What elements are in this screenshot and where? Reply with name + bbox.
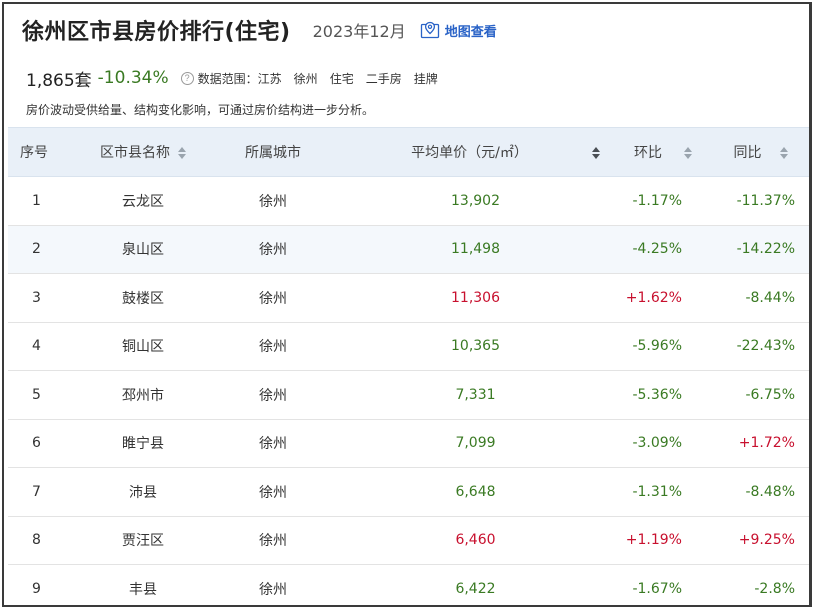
sort-icon[interactable]: [684, 147, 692, 159]
table-row[interactable]: 2 泉山区 徐州 11,498 -4.25% -14.22%: [8, 225, 809, 274]
row-avg-price: 6,648: [455, 483, 496, 500]
row-mom-change: -3.09%: [632, 435, 682, 452]
row-district-name: 鼓楼区: [122, 290, 164, 307]
scope-label: 数据范围：: [197, 71, 258, 86]
row-index: 6: [32, 435, 41, 452]
row-district-name: 丰县: [129, 581, 157, 598]
row-district-name: 沛县: [129, 484, 157, 501]
listing-count: 1,865套: [26, 70, 92, 91]
scope-tag: 住宅: [329, 71, 354, 86]
ranking-table: 序号 区市县名称 所属城市 平均单价（元/㎡） 环比 同比 1 云龙区 徐州 13,9…: [8, 127, 809, 606]
col-header-mom[interactable]: 环比: [608, 127, 708, 177]
scope-tag: 徐州: [293, 71, 318, 86]
row-mom-change: -1.67%: [632, 580, 682, 597]
row-index: 3: [32, 289, 41, 306]
row-index: 5: [32, 386, 41, 403]
sort-icon[interactable]: [178, 147, 186, 159]
table-row[interactable]: 9 丰县 徐州 6,422 -1.67% -2.8%: [8, 565, 809, 606]
table-row[interactable]: 5 邳州市 徐州 7,331 -5.36% -6.75%: [8, 371, 809, 419]
map-pin-icon: [420, 21, 439, 39]
row-district-name: 云龙区: [122, 193, 164, 210]
row-mom-change: -1.17%: [632, 192, 682, 209]
row-city: 徐州: [259, 581, 287, 598]
row-city: 徐州: [259, 436, 287, 453]
analysis-note: 房价波动受供给量、结构变化影响，可通过房价结构进一步分析。: [26, 103, 375, 117]
row-yoy-change: -2.8%: [754, 580, 795, 597]
map-view-link[interactable]: 地图查看: [420, 20, 497, 40]
table-row[interactable]: 8 贾汪区 徐州 6,460 +1.19% +9.25%: [8, 516, 809, 565]
row-city: 徐州: [259, 339, 287, 356]
row-index: 1: [32, 192, 41, 209]
row-index: 8: [32, 532, 41, 549]
row-city: 徐州: [259, 290, 287, 307]
row-avg-price: 10,365: [451, 338, 500, 355]
col-header-yoy[interactable]: 同比: [708, 127, 809, 177]
date-label: 2023年12月: [312, 22, 406, 41]
row-avg-price: 6,460: [455, 532, 496, 549]
row-mom-change: +1.19%: [625, 532, 682, 549]
row-avg-price: 7,099: [455, 435, 496, 452]
row-avg-price: 6,422: [455, 580, 496, 597]
stats-row: 1,865套 -10.34% ? 数据范围： 江苏 徐州 住宅 二手房 挂牌: [26, 66, 438, 91]
row-mom-change: -5.36%: [632, 386, 682, 403]
row-district-name: 贾汪区: [122, 533, 164, 550]
row-city: 徐州: [259, 533, 287, 550]
row-index: 2: [32, 241, 41, 258]
table-row[interactable]: 7 沛县 徐州 6,648 -1.31% -8.48%: [8, 468, 809, 516]
row-yoy-change: -6.75%: [745, 386, 795, 403]
row-city: 徐州: [259, 193, 287, 210]
row-district-name: 泉山区: [122, 242, 164, 259]
row-yoy-change: -8.48%: [745, 483, 795, 500]
row-city: 徐州: [259, 242, 287, 259]
row-district-name: 睢宁县: [122, 436, 164, 453]
table-row[interactable]: 1 云龙区 徐州 13,902 -1.17% -11.37%: [8, 177, 809, 225]
row-index: 9: [32, 580, 41, 597]
row-yoy-change: +1.72%: [738, 435, 795, 452]
sort-icon[interactable]: [779, 147, 788, 159]
col-header-city: 所属城市: [203, 127, 343, 177]
row-index: 7: [32, 483, 41, 500]
row-avg-price: 11,498: [451, 241, 500, 258]
row-yoy-change: -8.44%: [745, 289, 795, 306]
table-row[interactable]: 3 鼓楼区 徐州 11,306 +1.62% -8.44%: [8, 274, 809, 322]
row-avg-price: 7,331: [455, 386, 496, 403]
overall-change: -10.34%: [97, 68, 169, 88]
page-title: 徐州区市县房价排行(住宅): [22, 20, 291, 45]
col-header-name[interactable]: 区市县名称: [83, 127, 203, 177]
scope-tag: 江苏: [257, 71, 282, 86]
ranking-panel: 徐州区市县房价排行(住宅) 2023年12月 地图查看 1,865套 -10.3…: [2, 2, 812, 607]
title-row: 徐州区市县房价排行(住宅) 2023年12月 地图查看: [22, 14, 497, 46]
col-header-price[interactable]: 平均单价（元/㎡）: [343, 127, 608, 177]
table-row[interactable]: 6 睢宁县 徐州 7,099 -3.09% +1.72%: [8, 419, 809, 468]
row-mom-change: -1.31%: [632, 483, 682, 500]
row-yoy-change: -22.43%: [736, 338, 795, 355]
table-row[interactable]: 4 铜山区 徐州 10,365 -5.96% -22.43%: [8, 322, 809, 371]
help-icon[interactable]: ?: [180, 71, 194, 85]
row-mom-change: +1.62%: [625, 289, 682, 306]
table-header: 序号 区市县名称 所属城市 平均单价（元/㎡） 环比 同比: [8, 127, 809, 177]
sort-icon[interactable]: [591, 147, 600, 159]
row-city: 徐州: [259, 484, 287, 501]
map-link-label: 地图查看: [444, 24, 497, 40]
row-index: 4: [32, 338, 41, 355]
row-yoy-change: -14.22%: [736, 241, 795, 258]
row-district-name: 邳州市: [122, 387, 164, 404]
row-mom-change: -5.96%: [632, 338, 682, 355]
scope-tag: 二手房: [365, 71, 402, 86]
scope-tag: 挂牌: [413, 71, 438, 86]
row-city: 徐州: [259, 387, 287, 404]
row-mom-change: -4.25%: [632, 241, 682, 258]
row-yoy-change: +9.25%: [738, 532, 795, 549]
row-district-name: 铜山区: [122, 339, 164, 356]
col-header-index: 序号: [8, 127, 83, 177]
row-avg-price: 11,306: [451, 289, 500, 306]
row-yoy-change: -11.37%: [736, 192, 795, 209]
row-avg-price: 13,902: [451, 192, 500, 209]
